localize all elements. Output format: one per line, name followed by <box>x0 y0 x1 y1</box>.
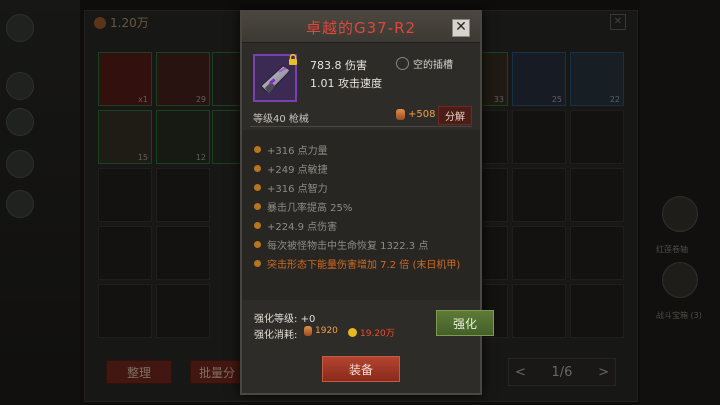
dialog-header: 卓越的G37-R2 ✕ <box>242 12 480 43</box>
gold-coin-icon <box>348 328 357 337</box>
salvage-value: +508 <box>396 109 435 120</box>
bullet-icon <box>254 203 261 210</box>
enhance-level: 强化等级: +0 <box>254 314 316 325</box>
enhance-cost-label: 强化消耗: <box>254 330 298 341</box>
gem-icon <box>304 326 312 336</box>
bullet-icon <box>254 241 261 248</box>
lock-icon[interactable] <box>288 50 298 65</box>
divider <box>250 126 472 127</box>
affix-item: +316 点力量 <box>254 142 328 157</box>
equip-button[interactable]: 装备 <box>322 356 400 382</box>
item-detail-dialog: 卓越的G37-R2 ✕ 783.8 伤害 1.01 攻击速度 空的插槽 等级40… <box>240 10 494 395</box>
enhance-button[interactable]: 强化 <box>436 310 494 336</box>
item-title: 卓越的G37-R2 <box>305 18 417 37</box>
gem-icon <box>396 109 405 120</box>
damage-stat: 783.8 伤害 <box>310 59 367 72</box>
attack-speed-stat: 1.01 攻击速度 <box>310 77 382 90</box>
affix-item: +224.9 点伤害 <box>254 218 337 233</box>
socket-ring-icon <box>396 57 409 70</box>
affix-list: +316 点力量 +249 点敏捷 +316 点智力 暴击几率提高 25% +2… <box>242 130 480 300</box>
affix-item: +316 点智力 <box>254 180 328 195</box>
bullet-icon <box>254 165 261 172</box>
affix-item: 暴击几率提高 25% <box>254 199 352 214</box>
special-affix: 突击形态下能量伤害增加 7.2 倍 (末日机甲) <box>254 256 460 271</box>
empty-socket[interactable]: 空的插槽 <box>396 56 453 71</box>
bullet-icon <box>254 146 261 153</box>
bullet-icon <box>254 184 261 191</box>
bullet-icon <box>254 222 261 229</box>
affix-item: 每次被怪物击中生命恢复 1322.3 点 <box>254 237 428 252</box>
level-and-type: 等级40 枪械 <box>253 114 309 125</box>
close-icon[interactable]: ✕ <box>452 19 470 37</box>
enhance-cost-gem: 1920 <box>304 326 338 336</box>
enhance-cost-gold: 19.20万 <box>348 326 395 339</box>
salvage-button[interactable]: 分解 <box>438 106 472 125</box>
affix-item: +249 点敏捷 <box>254 161 328 176</box>
bullet-icon <box>254 260 261 267</box>
